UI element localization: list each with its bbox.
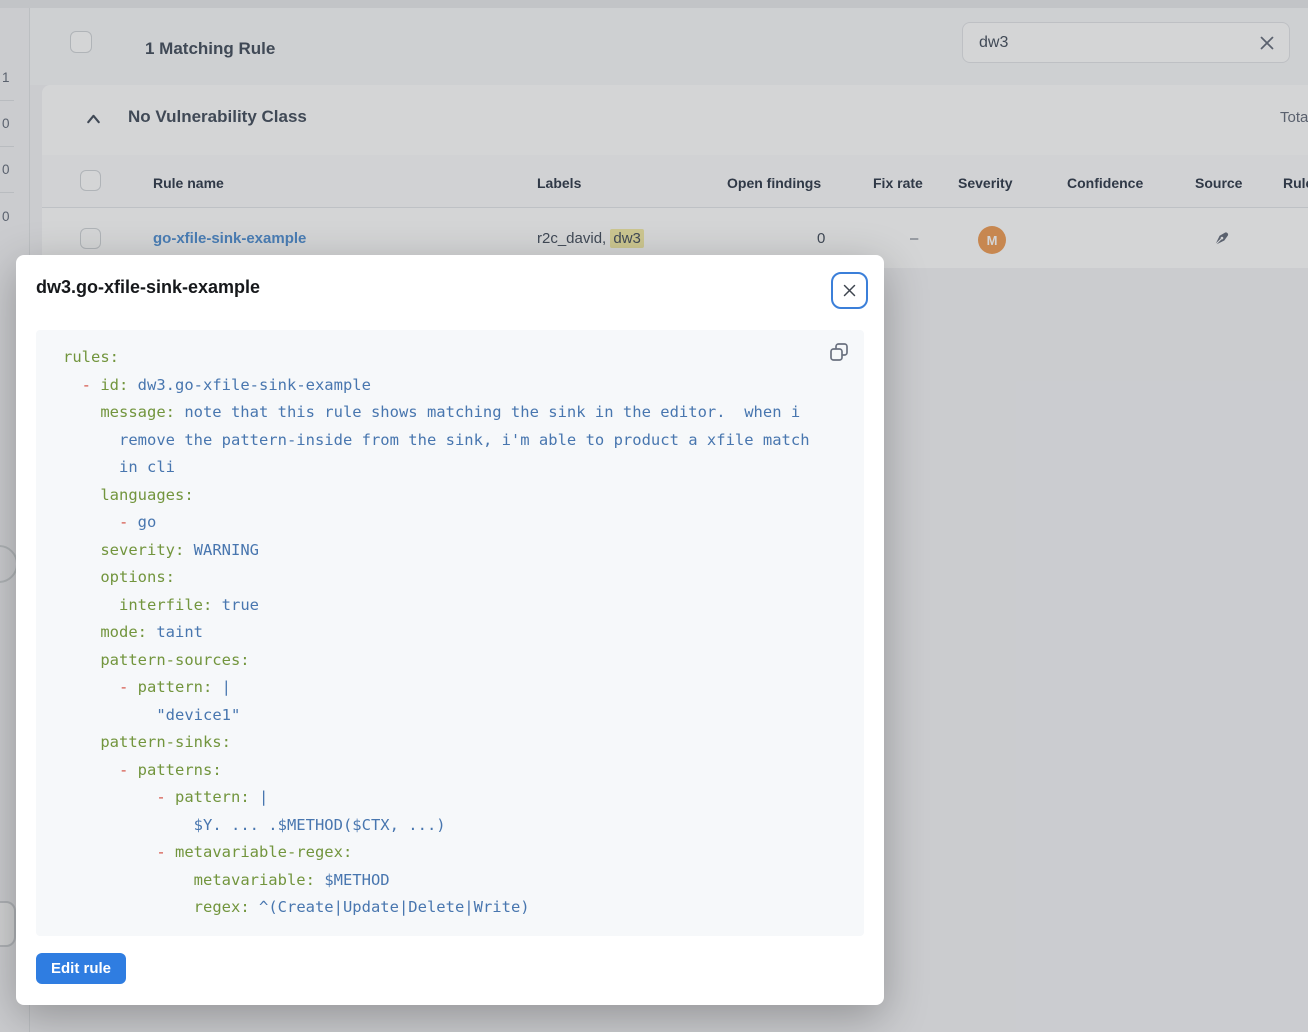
code-line: in cli — [63, 454, 840, 482]
code-line: - go — [63, 509, 840, 537]
code-line: options: — [63, 564, 840, 592]
close-icon[interactable] — [831, 272, 868, 309]
code-line: rules: — [63, 344, 840, 372]
code-line: "device1" — [63, 702, 840, 730]
yaml-code: rules: - id: dw3.go-xfile-sink-example m… — [63, 344, 840, 922]
code-line: remove the pattern-inside from the sink,… — [63, 427, 840, 455]
code-line: metavariable: $METHOD — [63, 867, 840, 895]
code-line: - patterns: — [63, 757, 840, 785]
modal-title: dw3.go-xfile-sink-example — [36, 277, 260, 298]
code-line: mode: taint — [63, 619, 840, 647]
code-line: - pattern: | — [63, 674, 840, 702]
code-line: - metavariable-regex: — [63, 839, 840, 867]
rule-yaml-codeblock: rules: - id: dw3.go-xfile-sink-example m… — [36, 330, 864, 936]
code-line: severity: WARNING — [63, 537, 840, 565]
rule-detail-modal: dw3.go-xfile-sink-example rules: - id: d… — [16, 255, 884, 1005]
code-line: $Y. ... .$METHOD($CTX, ...) — [63, 812, 840, 840]
code-line: interfile: true — [63, 592, 840, 620]
copy-icon[interactable] — [828, 341, 850, 363]
code-line: pattern-sinks: — [63, 729, 840, 757]
code-line: languages: — [63, 482, 840, 510]
code-line: regex: ^(Create|Update|Delete|Write) — [63, 894, 840, 922]
screen: 1000 1 Matching Rule No Vulnerability Cl… — [0, 0, 1308, 1032]
code-line: pattern-sources: — [63, 647, 840, 675]
code-line: - id: dw3.go-xfile-sink-example — [63, 372, 840, 400]
code-line: - pattern: | — [63, 784, 840, 812]
edit-rule-button[interactable]: Edit rule — [36, 953, 126, 984]
code-line: message: note that this rule shows match… — [63, 399, 840, 427]
